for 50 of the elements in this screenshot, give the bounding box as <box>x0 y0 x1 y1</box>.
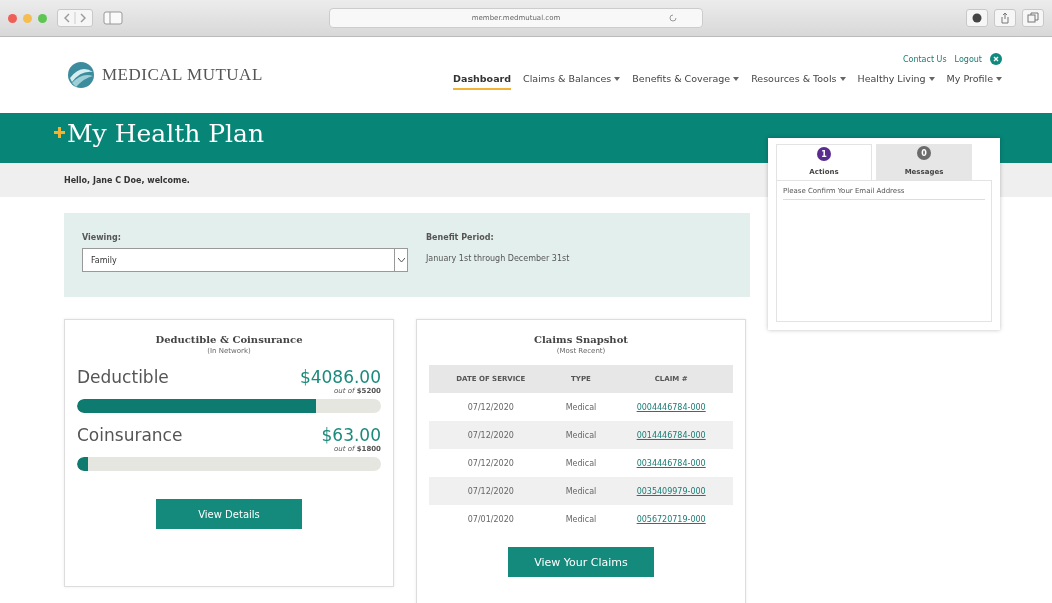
back-forward-buttons[interactable] <box>57 9 93 27</box>
header-link[interactable]: Logout <box>954 54 982 64</box>
nav-tab[interactable]: Resources & Tools <box>751 73 846 90</box>
view-details-button[interactable]: View Details <box>156 499 302 529</box>
count-badge: 0 <box>917 146 931 160</box>
table-cell: Medical <box>552 449 610 477</box>
table-cell: Medical <box>552 421 610 449</box>
table-cell: 07/12/2020 <box>429 421 553 449</box>
meter-amount: $63.00 <box>321 425 381 445</box>
claim-link[interactable]: 0056720719-000 <box>636 514 706 524</box>
view-claims-button[interactable]: View Your Claims <box>508 547 654 577</box>
page-title: My Health Plan <box>67 119 265 148</box>
nav-tab[interactable]: Claims & Balances <box>523 73 621 90</box>
minimize-icon[interactable] <box>23 13 32 23</box>
table-cell: Medical <box>552 477 610 505</box>
claim-link[interactable]: 0034446784-000 <box>636 458 706 468</box>
table-cell: 07/12/2020 <box>429 449 553 477</box>
viewing-dropdown[interactable]: Family <box>82 248 408 272</box>
benefit-period-value: January 1st through December 31st <box>426 254 570 263</box>
card-title: Claims Snapshot <box>534 334 628 345</box>
card-title: Deductible & Coinsurance <box>155 334 303 345</box>
close-icon[interactable] <box>990 53 1002 65</box>
tabs-icon[interactable] <box>1022 9 1044 27</box>
welcome-text: Hello, Jane C Doe, welcome. <box>64 175 190 185</box>
count-badge: 1 <box>817 147 831 161</box>
table-cell: Medical <box>552 505 610 533</box>
reload-icon[interactable] <box>668 13 678 23</box>
nav-tab[interactable]: Dashboard <box>453 73 512 90</box>
meter-amount: $4086.00 <box>299 367 381 387</box>
benefit-period-label: Benefit Period: <box>426 233 495 242</box>
claim-link[interactable]: 0004446784-000 <box>636 402 706 412</box>
table-cell: 07/12/2020 <box>429 477 553 505</box>
meter-label: Deductible <box>77 367 169 387</box>
nav-tab[interactable]: Benefits & Coverage <box>632 73 740 90</box>
table-cell: Medical <box>552 393 610 421</box>
logo-text[interactable]: MEDICAL MUTUAL <box>102 65 263 85</box>
share-icon[interactable] <box>994 9 1016 27</box>
meter-label: Coinsurance <box>77 425 183 445</box>
header-link[interactable]: Contact Us <box>902 54 947 64</box>
close-icon[interactable] <box>8 13 17 23</box>
maximize-icon[interactable] <box>38 13 47 23</box>
extension-icon[interactable] <box>966 9 988 27</box>
table-cell: 07/12/2020 <box>429 393 553 421</box>
logo-icon <box>66 60 96 90</box>
table-cell: 07/01/2020 <box>429 505 553 533</box>
nav-tab[interactable]: Healthy Living <box>857 73 935 90</box>
viewing-label: Viewing: <box>82 233 122 242</box>
nav-tab[interactable]: My Profile <box>946 73 1002 90</box>
chevron-down-icon[interactable] <box>397 257 405 263</box>
sidebar-icon[interactable] <box>103 11 123 25</box>
